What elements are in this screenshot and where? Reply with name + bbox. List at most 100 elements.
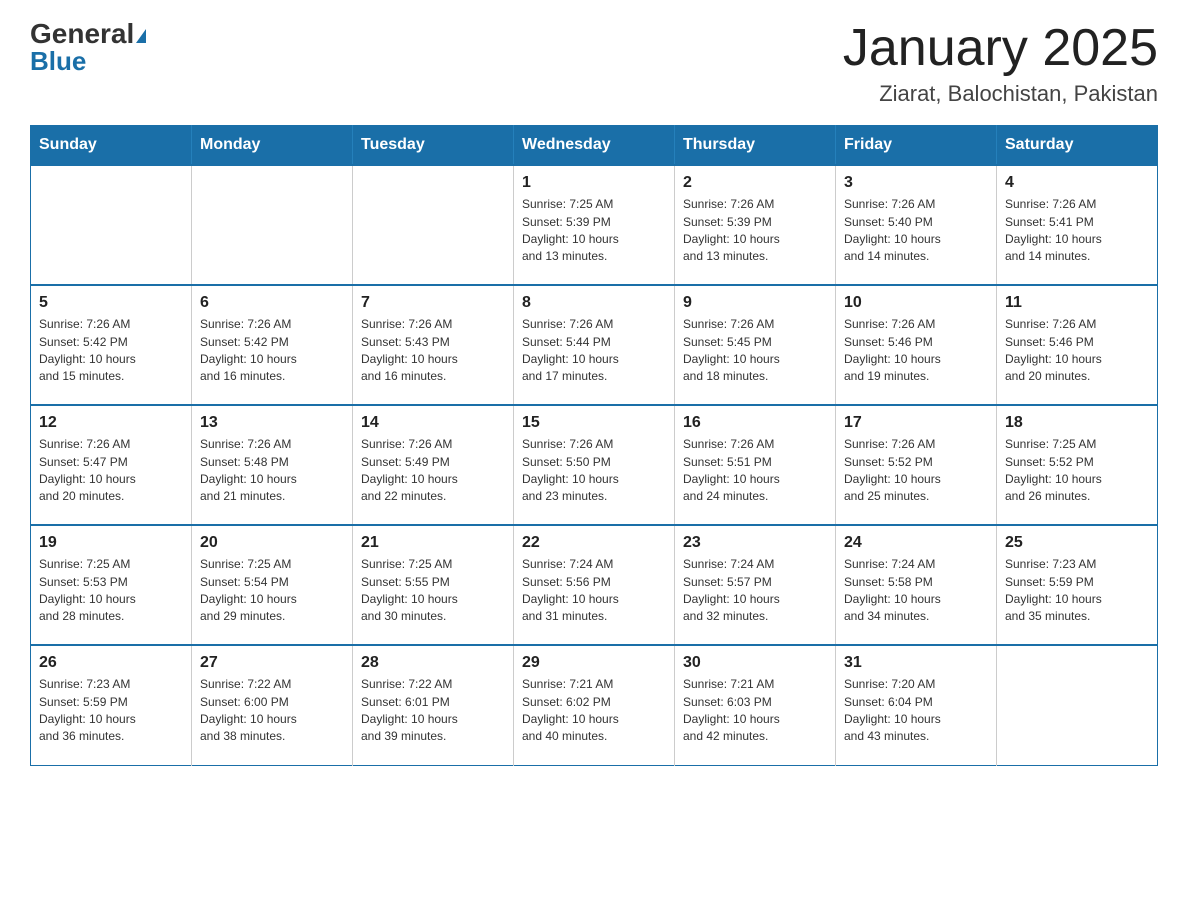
day-number: 21 <box>361 534 505 552</box>
day-info: Sunrise: 7:22 AMSunset: 6:01 PMDaylight:… <box>361 676 505 746</box>
day-number: 22 <box>522 534 666 552</box>
calendar-cell: 27 Sunrise: 7:22 AMSunset: 6:00 PMDayligh… <box>192 645 353 765</box>
page-subtitle: Ziarat, Balochistan, Pakistan <box>843 81 1158 107</box>
day-number: 29 <box>522 654 666 672</box>
calendar-cell: 18 Sunrise: 7:25 AMSunset: 5:52 PMDayligh… <box>997 405 1158 525</box>
day-number: 6 <box>200 294 344 312</box>
calendar-cell: 28 Sunrise: 7:22 AMSunset: 6:01 PMDayligh… <box>353 645 514 765</box>
day-number: 17 <box>844 414 988 432</box>
day-info: Sunrise: 7:26 AMSunset: 5:39 PMDaylight:… <box>683 196 827 266</box>
calendar-week-row: 26 Sunrise: 7:23 AMSunset: 5:59 PMDayligh… <box>31 645 1158 765</box>
calendar-cell: 2Sunrise: 7:26 AMSunset: 5:39 PMDaylight… <box>675 165 836 285</box>
day-info: Sunrise: 7:26 AMSunset: 5:45 PMDaylight:… <box>683 316 827 386</box>
day-number: 13 <box>200 414 344 432</box>
day-info: Sunrise: 7:24 AMSunset: 5:57 PMDaylight:… <box>683 556 827 626</box>
calendar-cell: 3Sunrise: 7:26 AMSunset: 5:40 PMDaylight… <box>836 165 997 285</box>
calendar-cell: 14 Sunrise: 7:26 AMSunset: 5:49 PMDayligh… <box>353 405 514 525</box>
day-info: Sunrise: 7:25 AMSunset: 5:52 PMDaylight:… <box>1005 436 1149 506</box>
calendar-week-row: 19Sunrise: 7:25 AMSunset: 5:53 PMDayligh… <box>31 525 1158 645</box>
calendar-cell <box>31 165 192 285</box>
calendar-week-row: 1Sunrise: 7:25 AMSunset: 5:39 PMDaylight… <box>31 165 1158 285</box>
calendar-cell: 22 Sunrise: 7:24 AMSunset: 5:56 PMDayligh… <box>514 525 675 645</box>
day-number: 27 <box>200 654 344 672</box>
day-info: Sunrise: 7:22 AMSunset: 6:00 PMDaylight:… <box>200 676 344 746</box>
day-info: Sunrise: 7:20 AMSunset: 6:04 PMDaylight:… <box>844 676 988 746</box>
day-number: 7 <box>361 294 505 312</box>
calendar-body: 1Sunrise: 7:25 AMSunset: 5:39 PMDaylight… <box>31 165 1158 765</box>
day-info: Sunrise: 7:26 AMSunset: 5:41 PMDaylight:… <box>1005 196 1149 266</box>
calendar-cell: 17 Sunrise: 7:26 AMSunset: 5:52 PMDayligh… <box>836 405 997 525</box>
day-info: Sunrise: 7:25 AMSunset: 5:54 PMDaylight:… <box>200 556 344 626</box>
col-friday: Friday <box>836 126 997 166</box>
day-info: Sunrise: 7:23 AMSunset: 5:59 PMDaylight:… <box>1005 556 1149 626</box>
page-header: General Blue January 2025 Ziarat, Baloch… <box>30 20 1158 107</box>
calendar-cell: 12Sunrise: 7:26 AMSunset: 5:47 PMDayligh… <box>31 405 192 525</box>
calendar-cell: 23 Sunrise: 7:24 AMSunset: 5:57 PMDayligh… <box>675 525 836 645</box>
page-title: January 2025 <box>843 20 1158 77</box>
calendar-cell: 16Sunrise: 7:26 AMSunset: 5:51 PMDayligh… <box>675 405 836 525</box>
col-saturday: Saturday <box>997 126 1158 166</box>
day-info: Sunrise: 7:26 AMSunset: 5:42 PMDaylight:… <box>200 316 344 386</box>
day-number: 31 <box>844 654 988 672</box>
calendar-table: Sunday Monday Tuesday Wednesday Thursday… <box>30 125 1158 766</box>
day-info: Sunrise: 7:24 AMSunset: 5:56 PMDaylight:… <box>522 556 666 626</box>
calendar-cell: 1Sunrise: 7:25 AMSunset: 5:39 PMDaylight… <box>514 165 675 285</box>
day-info: Sunrise: 7:21 AMSunset: 6:03 PMDaylight:… <box>683 676 827 746</box>
day-number: 25 <box>1005 534 1149 552</box>
day-number: 9 <box>683 294 827 312</box>
calendar-cell: 10 Sunrise: 7:26 AMSunset: 5:46 PMDayligh… <box>836 285 997 405</box>
header-row: Sunday Monday Tuesday Wednesday Thursday… <box>31 126 1158 166</box>
calendar-cell <box>192 165 353 285</box>
day-number: 20 <box>200 534 344 552</box>
day-number: 30 <box>683 654 827 672</box>
day-number: 28 <box>361 654 505 672</box>
calendar-cell: 4Sunrise: 7:26 AMSunset: 5:41 PMDaylight… <box>997 165 1158 285</box>
day-info: Sunrise: 7:26 AMSunset: 5:42 PMDaylight:… <box>39 316 183 386</box>
day-number: 5 <box>39 294 183 312</box>
day-info: Sunrise: 7:25 AMSunset: 5:55 PMDaylight:… <box>361 556 505 626</box>
calendar-cell <box>997 645 1158 765</box>
day-info: Sunrise: 7:26 AMSunset: 5:43 PMDaylight:… <box>361 316 505 386</box>
day-number: 16 <box>683 414 827 432</box>
day-number: 23 <box>683 534 827 552</box>
logo-general: General <box>30 20 146 48</box>
calendar-week-row: 12Sunrise: 7:26 AMSunset: 5:47 PMDayligh… <box>31 405 1158 525</box>
day-info: Sunrise: 7:26 AMSunset: 5:52 PMDaylight:… <box>844 436 988 506</box>
day-info: Sunrise: 7:21 AMSunset: 6:02 PMDaylight:… <box>522 676 666 746</box>
logo-blue: Blue <box>30 48 146 74</box>
logo-triangle-icon <box>136 29 146 43</box>
calendar-cell: 21 Sunrise: 7:25 AMSunset: 5:55 PMDayligh… <box>353 525 514 645</box>
col-sunday: Sunday <box>31 126 192 166</box>
col-wednesday: Wednesday <box>514 126 675 166</box>
calendar-cell: 25 Sunrise: 7:23 AMSunset: 5:59 PMDayligh… <box>997 525 1158 645</box>
day-number: 18 <box>1005 414 1149 432</box>
calendar-week-row: 5 Sunrise: 7:26 AMSunset: 5:42 PMDaylight… <box>31 285 1158 405</box>
calendar-cell: 29 Sunrise: 7:21 AMSunset: 6:02 PMDayligh… <box>514 645 675 765</box>
calendar-cell: 24Sunrise: 7:24 AMSunset: 5:58 PMDayligh… <box>836 525 997 645</box>
calendar-header: Sunday Monday Tuesday Wednesday Thursday… <box>31 126 1158 166</box>
day-info: Sunrise: 7:26 AMSunset: 5:49 PMDaylight:… <box>361 436 505 506</box>
day-info: Sunrise: 7:24 AMSunset: 5:58 PMDaylight:… <box>844 556 988 626</box>
logo: General Blue <box>30 20 146 74</box>
calendar-cell: 8 Sunrise: 7:26 AMSunset: 5:44 PMDaylight… <box>514 285 675 405</box>
calendar-cell: 7 Sunrise: 7:26 AMSunset: 5:43 PMDaylight… <box>353 285 514 405</box>
calendar-cell: 31 Sunrise: 7:20 AMSunset: 6:04 PMDayligh… <box>836 645 997 765</box>
day-number: 14 <box>361 414 505 432</box>
calendar-cell: 13Sunrise: 7:26 AMSunset: 5:48 PMDayligh… <box>192 405 353 525</box>
day-info: Sunrise: 7:23 AMSunset: 5:59 PMDaylight:… <box>39 676 183 746</box>
day-number: 11 <box>1005 294 1149 312</box>
day-number: 10 <box>844 294 988 312</box>
day-info: Sunrise: 7:26 AMSunset: 5:44 PMDaylight:… <box>522 316 666 386</box>
calendar-cell: 15Sunrise: 7:26 AMSunset: 5:50 PMDayligh… <box>514 405 675 525</box>
calendar-cell: 6 Sunrise: 7:26 AMSunset: 5:42 PMDaylight… <box>192 285 353 405</box>
day-number: 19 <box>39 534 183 552</box>
day-number: 26 <box>39 654 183 672</box>
calendar-cell: 20 Sunrise: 7:25 AMSunset: 5:54 PMDayligh… <box>192 525 353 645</box>
day-number: 12 <box>39 414 183 432</box>
day-number: 8 <box>522 294 666 312</box>
calendar-cell: 30 Sunrise: 7:21 AMSunset: 6:03 PMDayligh… <box>675 645 836 765</box>
day-info: Sunrise: 7:26 AMSunset: 5:46 PMDaylight:… <box>844 316 988 386</box>
calendar-cell <box>353 165 514 285</box>
col-monday: Monday <box>192 126 353 166</box>
day-info: Sunrise: 7:26 AMSunset: 5:40 PMDaylight:… <box>844 196 988 266</box>
